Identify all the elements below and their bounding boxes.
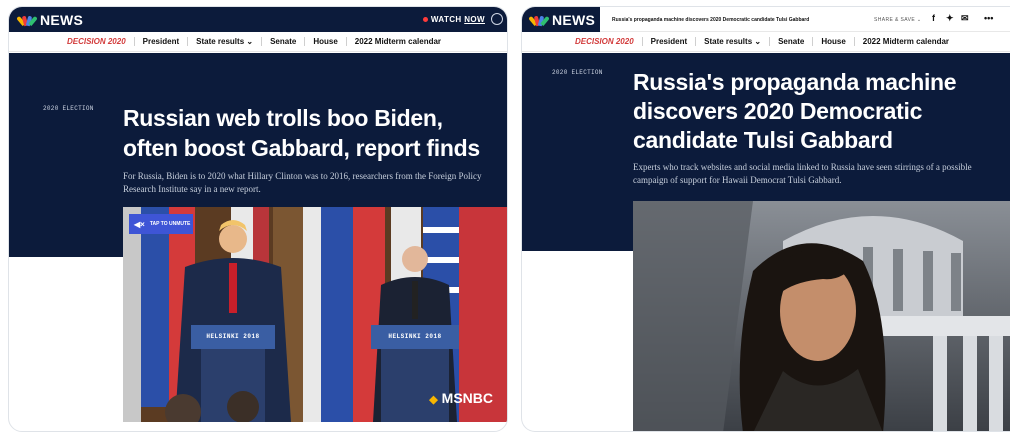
logo-text: NEWS <box>552 12 596 28</box>
peacock-icon <box>16 14 38 27</box>
nav-midterm-calendar[interactable]: 2022 Midterm calendar <box>345 37 449 46</box>
section-tag[interactable]: 2020 ELECTION <box>43 105 94 112</box>
nbc-news-logo[interactable]: NEWS <box>528 12 596 28</box>
right-article-screenshot: NEWS Russia's propaganda machine discove… <box>521 6 1010 432</box>
msnbc-watermark: ◆ MSNBC <box>429 390 493 406</box>
nav-president[interactable]: President <box>641 37 695 46</box>
article-dek: For Russia, Biden is to 2020 what Hillar… <box>123 171 482 194</box>
watch-now-label: NOW <box>464 15 485 24</box>
article-dek: Experts who track websites and social me… <box>633 162 972 185</box>
nav-state-results[interactable]: State results ⌄ <box>187 37 261 46</box>
nav-house[interactable]: House <box>812 37 853 46</box>
twitter-icon[interactable]: ✦ <box>946 13 954 24</box>
nav-state-results[interactable]: State results ⌄ <box>695 37 769 46</box>
nbc-news-logo[interactable]: NEWS <box>16 12 84 28</box>
nav-midterm-calendar[interactable]: 2022 Midterm calendar <box>853 37 957 46</box>
podium-label-right: HELSINKI 2018 <box>373 329 457 343</box>
video-player[interactable]: HELSINKI 2018 HELSINKI 2018 ◀× TAP TO UN… <box>123 207 507 422</box>
decision-2020-navbar: DECISION 2020 President State results ⌄ … <box>522 32 1010 52</box>
tap-to-unmute-button[interactable]: ◀× TAP TO UNMUTE <box>129 214 193 234</box>
podium-label-left: HELSINKI 2018 <box>193 329 273 343</box>
decision-2020-logo[interactable]: DECISION 2020 <box>67 37 126 46</box>
sticky-article-title: Russia's propaganda machine discovers 20… <box>612 17 810 23</box>
peacock-icon <box>528 14 550 27</box>
article-photo <box>633 201 1010 431</box>
speaker-muted-icon: ◀× <box>134 219 145 229</box>
nav-president[interactable]: President <box>133 37 187 46</box>
email-icon[interactable]: ✉ <box>961 13 969 24</box>
peacock-icon: ◆ <box>429 394 438 406</box>
nav-senate[interactable]: Senate <box>769 37 812 46</box>
watch-label: WATCH <box>430 15 462 24</box>
user-account-icon[interactable] <box>491 13 503 25</box>
photo-capitol-portrait <box>633 201 1010 431</box>
nav-senate[interactable]: Senate <box>261 37 304 46</box>
more-options-icon[interactable]: ••• <box>984 13 993 23</box>
watch-now-link[interactable]: WATCH NOW <box>422 15 485 24</box>
nav-house[interactable]: House <box>304 37 345 46</box>
unmute-label: TAP TO UNMUTE <box>149 221 191 227</box>
network-label: MSNBC <box>441 390 493 406</box>
top-header-bar: NEWS WATCH NOW <box>9 7 507 32</box>
left-article-screenshot: NEWS WATCH NOW DECISION 2020 President S… <box>8 6 508 432</box>
decision-2020-navbar: DECISION 2020 President State results ⌄ … <box>9 32 507 52</box>
facebook-icon[interactable]: f <box>932 13 935 23</box>
top-header-bar: NEWS Russia's propaganda machine discove… <box>522 7 1010 32</box>
live-dot-icon <box>422 17 428 23</box>
article-headline: Russia's propaganda machine discovers 20… <box>633 69 957 153</box>
share-and-save-menu[interactable]: SHARE & SAVE ⌄ <box>874 17 922 23</box>
logo-text: NEWS <box>40 12 84 28</box>
decision-2020-logo[interactable]: DECISION 2020 <box>575 37 634 46</box>
section-tag[interactable]: 2020 ELECTION <box>552 69 603 76</box>
article-headline: Russian web trolls boo Biden, often boos… <box>123 105 480 161</box>
